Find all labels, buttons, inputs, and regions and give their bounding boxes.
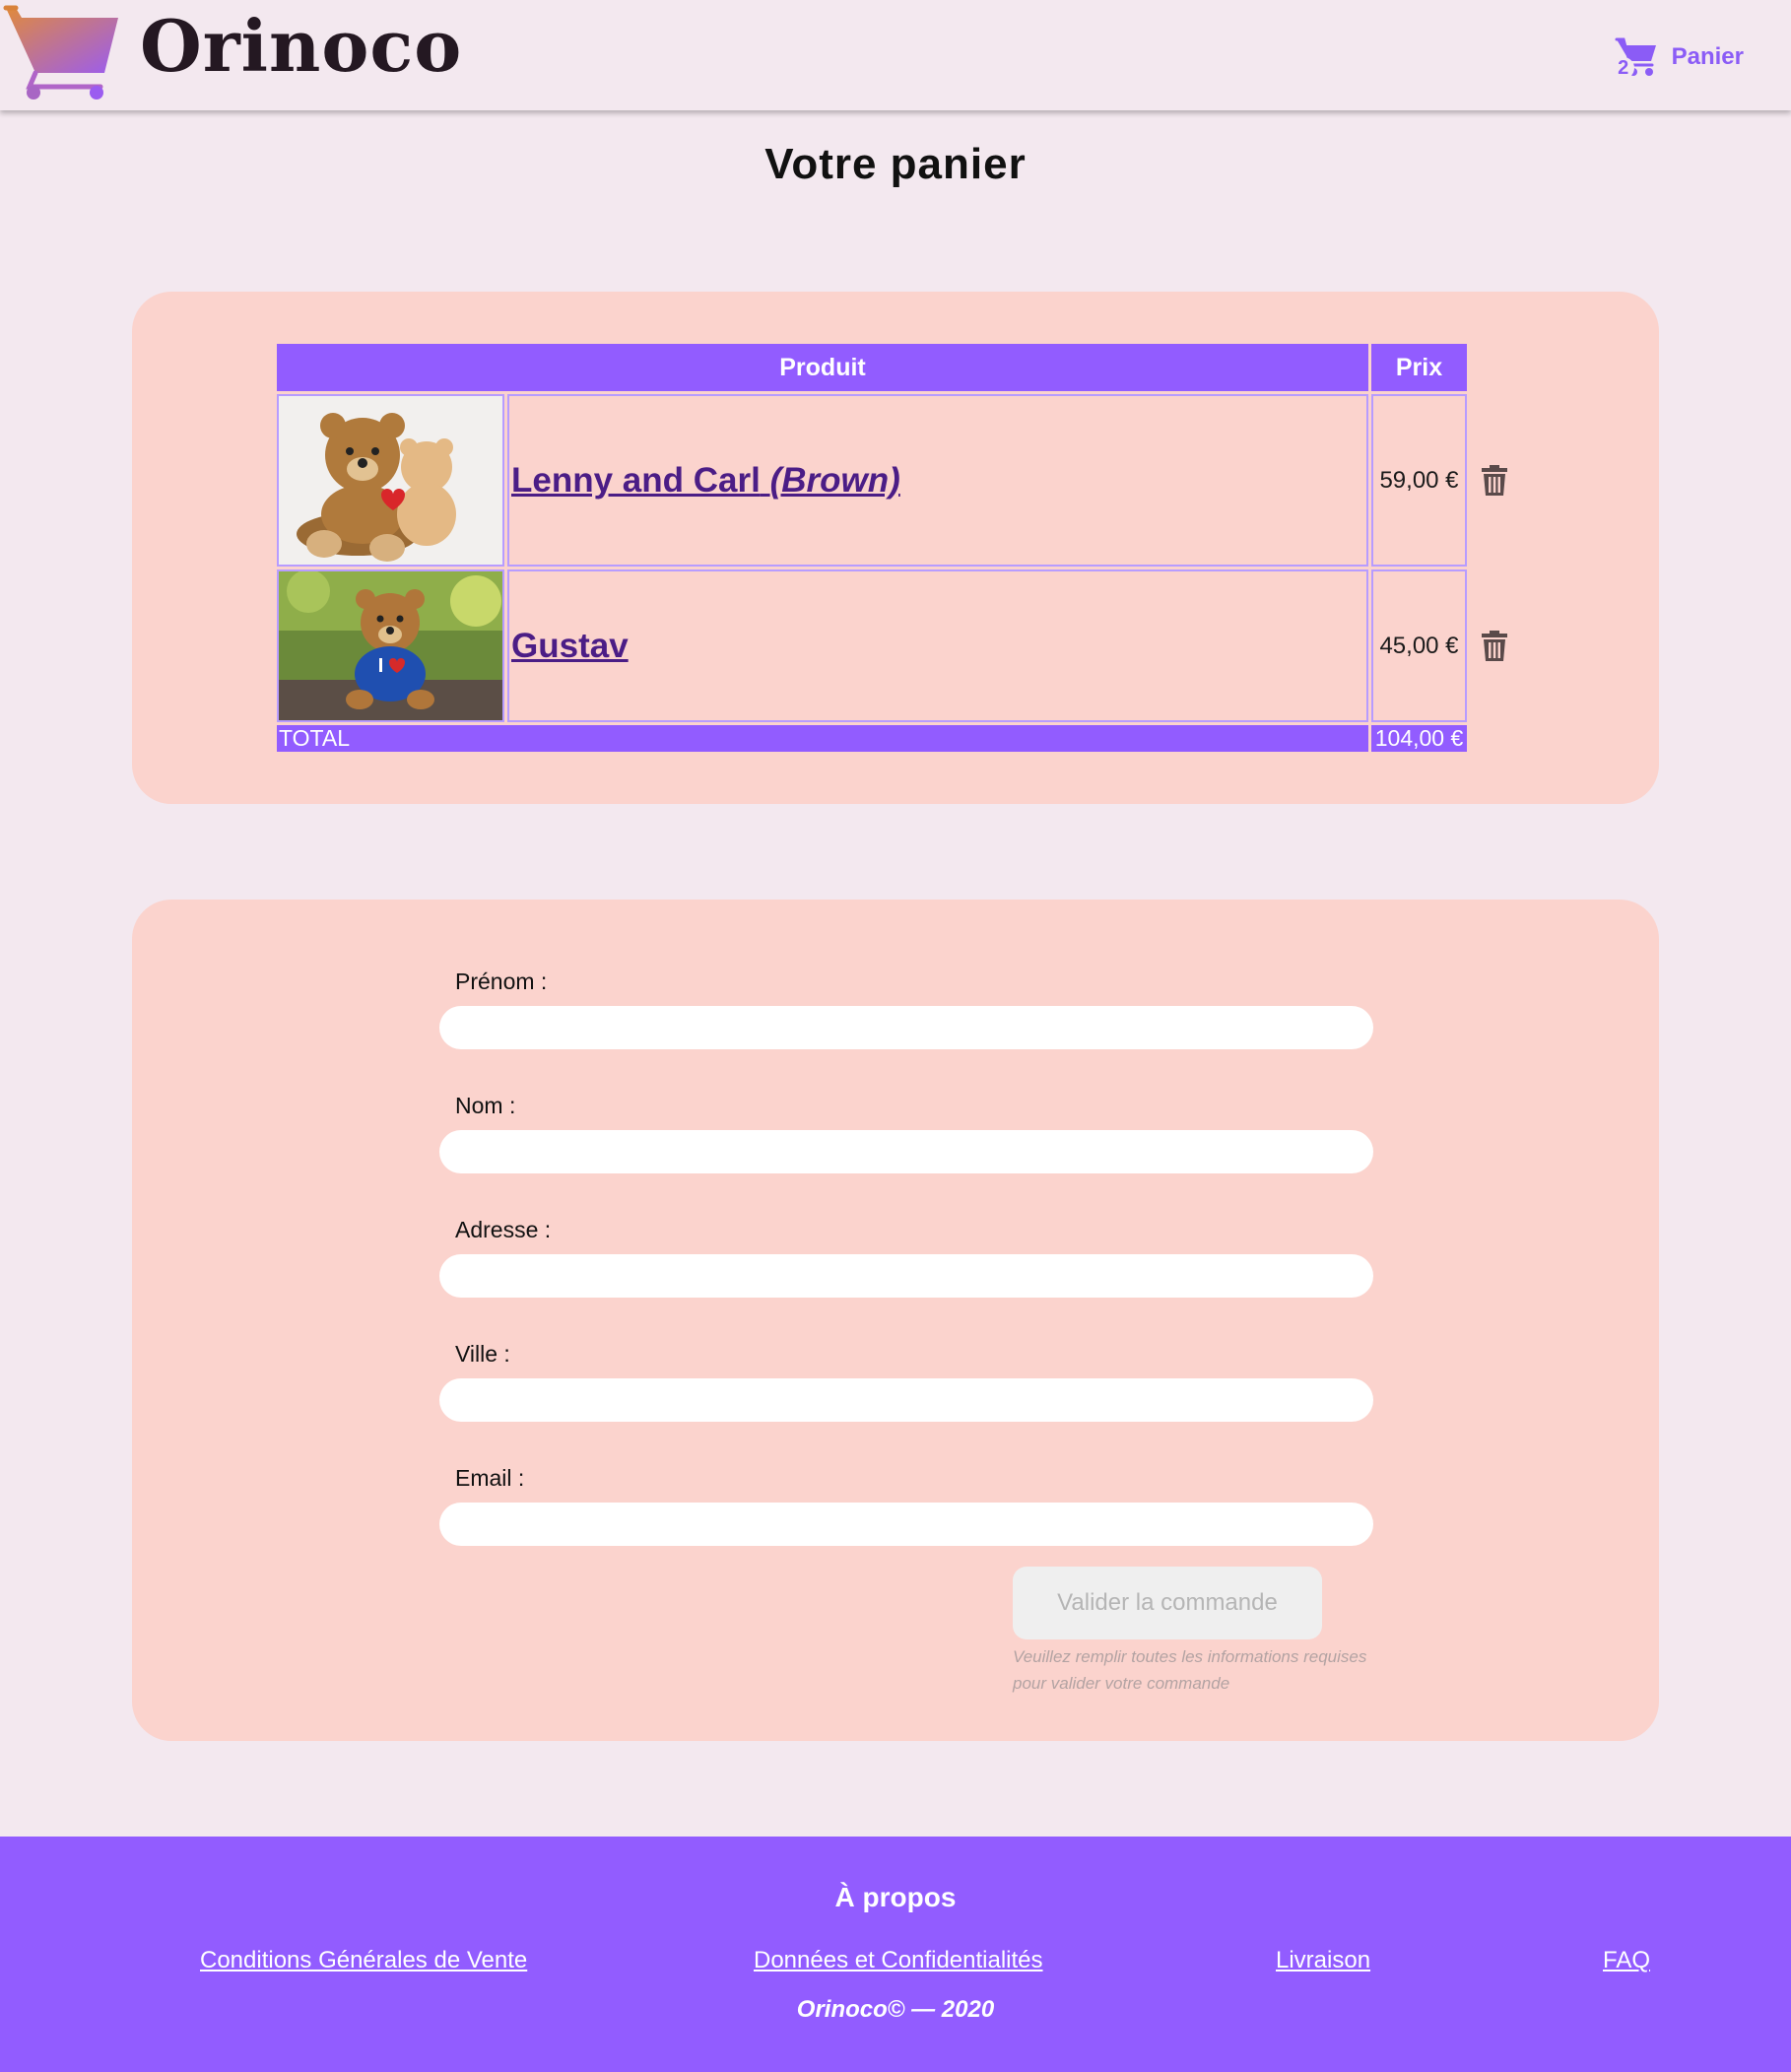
cart-total-row: TOTAL 104,00 € bbox=[277, 725, 1525, 752]
page-title: Votre panier bbox=[764, 140, 1027, 188]
site-header: Orinoco 2 Panier bbox=[0, 0, 1791, 110]
submit-order-button[interactable]: Valider la commande bbox=[1013, 1567, 1322, 1639]
cart-row: Lenny and Carl (Brown) 59,00 € bbox=[277, 394, 1525, 567]
product-name: Lenny and Carl bbox=[511, 460, 761, 500]
form-help-text: Veuillez remplir toutes les informations… bbox=[1013, 1647, 1367, 1693]
trash-icon[interactable] bbox=[1482, 464, 1507, 497]
cart-count-badge: 2 bbox=[1612, 57, 1634, 79]
footer-link-privacy[interactable]: Données et Confidentialités bbox=[754, 1947, 1043, 1974]
product-image-cell bbox=[277, 394, 504, 567]
total-label: TOTAL bbox=[277, 725, 1368, 752]
trash-icon[interactable] bbox=[1482, 630, 1507, 662]
product-price: 59,00 € bbox=[1371, 394, 1467, 567]
cart-table-header: Produit Prix bbox=[277, 344, 1525, 391]
cart-link[interactable]: 2 Panier bbox=[1612, 33, 1744, 81]
product-link[interactable]: Gustav bbox=[511, 627, 629, 665]
firstname-input[interactable] bbox=[439, 1006, 1373, 1049]
product-price: 45,00 € bbox=[1371, 569, 1467, 722]
lastname-input[interactable] bbox=[439, 1130, 1373, 1173]
logo-text[interactable]: Orinoco bbox=[140, 4, 462, 88]
field-lastname: Nom : bbox=[439, 1093, 1373, 1173]
field-address: Adresse : bbox=[439, 1217, 1373, 1298]
product-name-cell: Gustav bbox=[507, 569, 1368, 722]
product-image-teddy-bears[interactable] bbox=[279, 396, 502, 565]
order-form-card: Prénom : Nom : Adresse : Ville : Email :… bbox=[132, 900, 1659, 1741]
site-footer: À propos Conditions Générales de Vente D… bbox=[0, 1837, 1791, 2072]
cart-icon-wrapper: 2 bbox=[1612, 35, 1658, 79]
cart-label: Panier bbox=[1671, 43, 1744, 70]
footer-title: À propos bbox=[834, 1882, 957, 1912]
city-label: Ville : bbox=[455, 1341, 510, 1367]
header-price: Prix bbox=[1371, 344, 1467, 391]
total-value: 104,00 € bbox=[1371, 725, 1467, 752]
product-variant: (Brown) bbox=[769, 460, 900, 500]
footer-link-cgv[interactable]: Conditions Générales de Vente bbox=[200, 1947, 527, 1974]
product-name: Gustav bbox=[511, 626, 629, 665]
footer-copyright: Orinoco© — 2020 bbox=[796, 1996, 995, 2023]
email-label: Email : bbox=[455, 1465, 525, 1491]
firstname-label: Prénom : bbox=[455, 969, 548, 994]
cart-row: Gustav 45,00 € bbox=[277, 569, 1525, 722]
product-image-cell bbox=[277, 569, 504, 722]
field-firstname: Prénom : bbox=[439, 969, 1373, 1049]
logo-cart-icon[interactable] bbox=[2, 2, 122, 100]
cart-table: Produit Prix Lenny and Carl (Brown) 59,0… bbox=[274, 341, 1528, 755]
city-input[interactable] bbox=[439, 1378, 1373, 1422]
remove-cell bbox=[1470, 394, 1525, 567]
cart-card: Produit Prix Lenny and Carl (Brown) 59,0… bbox=[132, 292, 1659, 804]
header-product: Produit bbox=[277, 344, 1368, 391]
address-input[interactable] bbox=[439, 1254, 1373, 1298]
product-link[interactable]: Lenny and Carl (Brown) bbox=[511, 461, 900, 500]
footer-link-faq[interactable]: FAQ bbox=[1603, 1947, 1650, 1974]
field-city: Ville : bbox=[439, 1341, 1373, 1422]
address-label: Adresse : bbox=[455, 1217, 552, 1242]
remove-cell bbox=[1470, 569, 1525, 722]
email-input[interactable] bbox=[439, 1503, 1373, 1546]
field-email: Email : bbox=[439, 1465, 1373, 1546]
product-image-teddy-bear[interactable] bbox=[279, 571, 502, 720]
product-name-cell: Lenny and Carl (Brown) bbox=[507, 394, 1368, 567]
lastname-label: Nom : bbox=[455, 1093, 516, 1118]
footer-link-delivery[interactable]: Livraison bbox=[1276, 1947, 1370, 1974]
